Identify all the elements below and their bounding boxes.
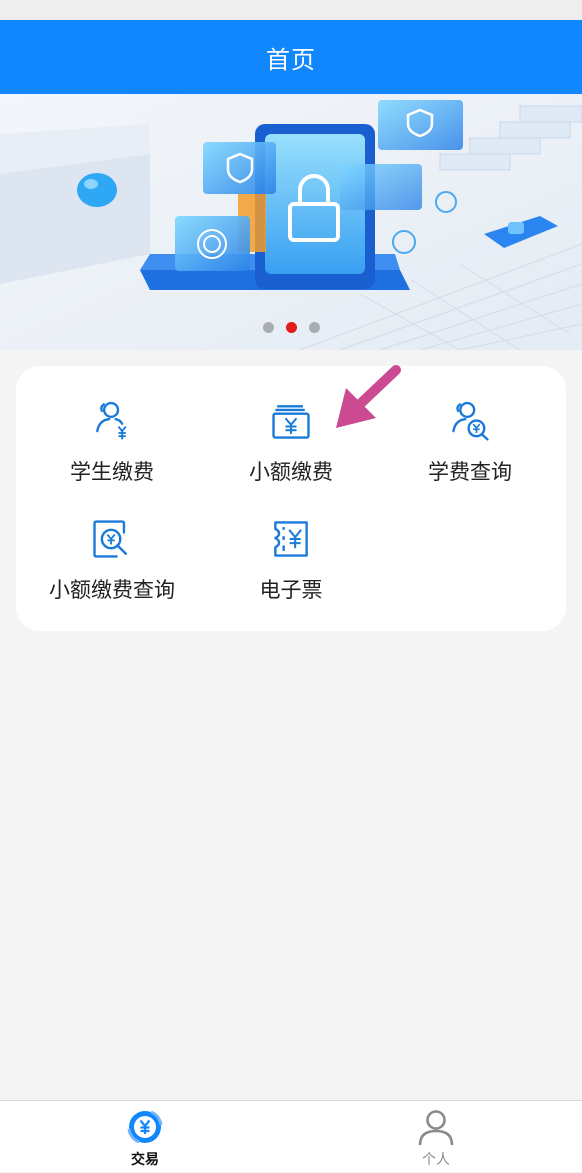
tab-trade[interactable]: 交易 xyxy=(95,1101,195,1173)
tab-label: 个人 xyxy=(422,1152,450,1168)
menu-item-label: 学生缴费 xyxy=(70,460,154,484)
service-menu-card: 学生缴费 小额缴费 学费查询 小额缴费查询 电子票 xyxy=(16,366,566,631)
carousel-dot[interactable] xyxy=(308,322,320,333)
menu-item-e-ticket[interactable]: 电子票 xyxy=(199,494,383,604)
bottom-tab-bar: 交易 个人 xyxy=(0,1100,582,1172)
menu-item-small-payment-query[interactable]: 小额缴费查询 xyxy=(20,494,204,604)
student-payment-icon xyxy=(96,401,127,440)
status-bar xyxy=(0,0,582,20)
header-bar: 首页 xyxy=(0,20,582,94)
small-payment-icon xyxy=(272,405,310,439)
menu-item-label: 电子票 xyxy=(259,578,323,602)
banner-carousel[interactable] xyxy=(0,94,582,350)
menu-item-label: 小额缴费 xyxy=(249,460,333,484)
person-icon xyxy=(418,1110,454,1146)
menu-item-label: 学费查询 xyxy=(428,460,512,484)
banner-illustration xyxy=(0,94,582,350)
annotation-arrow-icon xyxy=(336,365,401,428)
carousel-dot[interactable] xyxy=(262,322,274,333)
page-title: 首页 xyxy=(266,45,316,74)
tab-label: 交易 xyxy=(131,1152,159,1168)
small-payment-query-icon xyxy=(93,520,127,558)
carousel-indicators xyxy=(0,322,582,336)
menu-item-student-payment[interactable]: 学生缴费 xyxy=(20,376,204,486)
menu-item-label: 小额缴费查询 xyxy=(49,578,175,602)
tuition-query-icon xyxy=(452,401,489,441)
carousel-dot-active[interactable] xyxy=(285,322,297,333)
yuan-circle-icon xyxy=(127,1110,163,1144)
e-ticket-icon xyxy=(274,521,308,557)
tab-personal[interactable]: 个人 xyxy=(386,1101,486,1173)
